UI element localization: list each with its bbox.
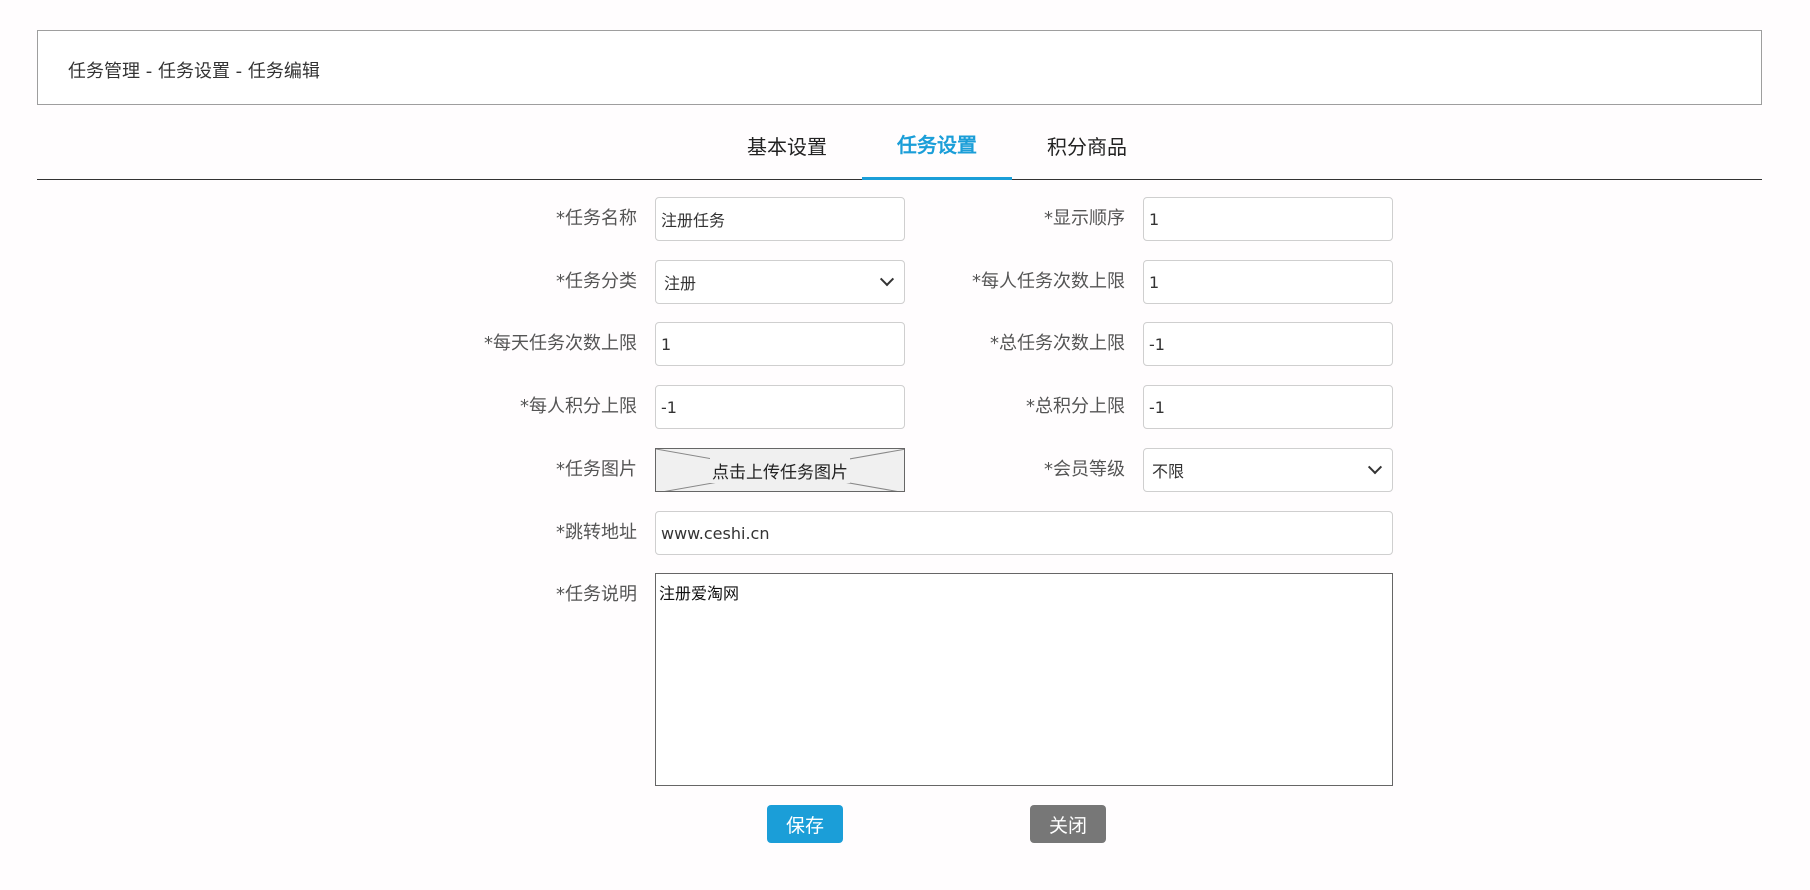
display-order-input[interactable] bbox=[1143, 197, 1393, 241]
chevron-down-icon bbox=[879, 272, 895, 287]
per-person-points-label: *每人积分上限 bbox=[520, 396, 637, 417]
task-category-value: 注册 bbox=[664, 274, 697, 293]
description-label: *任务说明 bbox=[556, 584, 637, 605]
member-level-select[interactable]: 不限 bbox=[1143, 448, 1393, 492]
task-image-upload[interactable]: 点击上传任务图片 bbox=[655, 448, 905, 492]
task-name-input[interactable] bbox=[655, 197, 905, 241]
total-points-input[interactable] bbox=[1143, 385, 1393, 429]
per-person-points-input[interactable] bbox=[655, 385, 905, 429]
task-image-label: *任务图片 bbox=[556, 459, 637, 480]
per-person-limit-label: *每人任务次数上限 bbox=[972, 271, 1125, 292]
redirect-url-label: *跳转地址 bbox=[556, 522, 637, 543]
upload-text: 点击上传任务图片 bbox=[710, 457, 850, 483]
tab-task-settings[interactable]: 任务设置 bbox=[862, 110, 1012, 180]
total-limit-label: *总任务次数上限 bbox=[990, 333, 1125, 354]
display-order-label: *显示顺序 bbox=[1044, 208, 1125, 229]
tab-bar: 基本设置 任务设置 积分商品 bbox=[37, 110, 1762, 180]
chevron-down-icon bbox=[1367, 460, 1383, 475]
task-name-label: *任务名称 bbox=[556, 208, 637, 229]
close-button[interactable]: 关闭 bbox=[1030, 805, 1106, 843]
total-limit-input[interactable] bbox=[1143, 322, 1393, 366]
member-level-value: 不限 bbox=[1152, 462, 1185, 481]
daily-limit-label: *每天任务次数上限 bbox=[484, 333, 637, 354]
total-points-label: *总积分上限 bbox=[1026, 396, 1125, 417]
member-level-label: *会员等级 bbox=[1044, 459, 1125, 480]
breadcrumb: 任务管理 - 任务设置 - 任务编辑 bbox=[68, 61, 320, 82]
tab-points-goods[interactable]: 积分商品 bbox=[1012, 110, 1162, 180]
task-edit-page: 任务管理 - 任务设置 - 任务编辑 基本设置 任务设置 积分商品 *任务名称 … bbox=[0, 0, 1810, 890]
daily-limit-input[interactable] bbox=[655, 322, 905, 366]
task-category-label: *任务分类 bbox=[556, 271, 637, 292]
breadcrumb-box: 任务管理 - 任务设置 - 任务编辑 bbox=[37, 30, 1762, 105]
redirect-url-input[interactable] bbox=[655, 511, 1393, 555]
save-button[interactable]: 保存 bbox=[767, 805, 843, 843]
tab-basic-settings[interactable]: 基本设置 bbox=[712, 110, 862, 180]
task-category-select[interactable]: 注册 bbox=[655, 260, 905, 304]
per-person-limit-input[interactable] bbox=[1143, 260, 1393, 304]
description-textarea[interactable]: 注册爱淘网 bbox=[655, 573, 1393, 786]
